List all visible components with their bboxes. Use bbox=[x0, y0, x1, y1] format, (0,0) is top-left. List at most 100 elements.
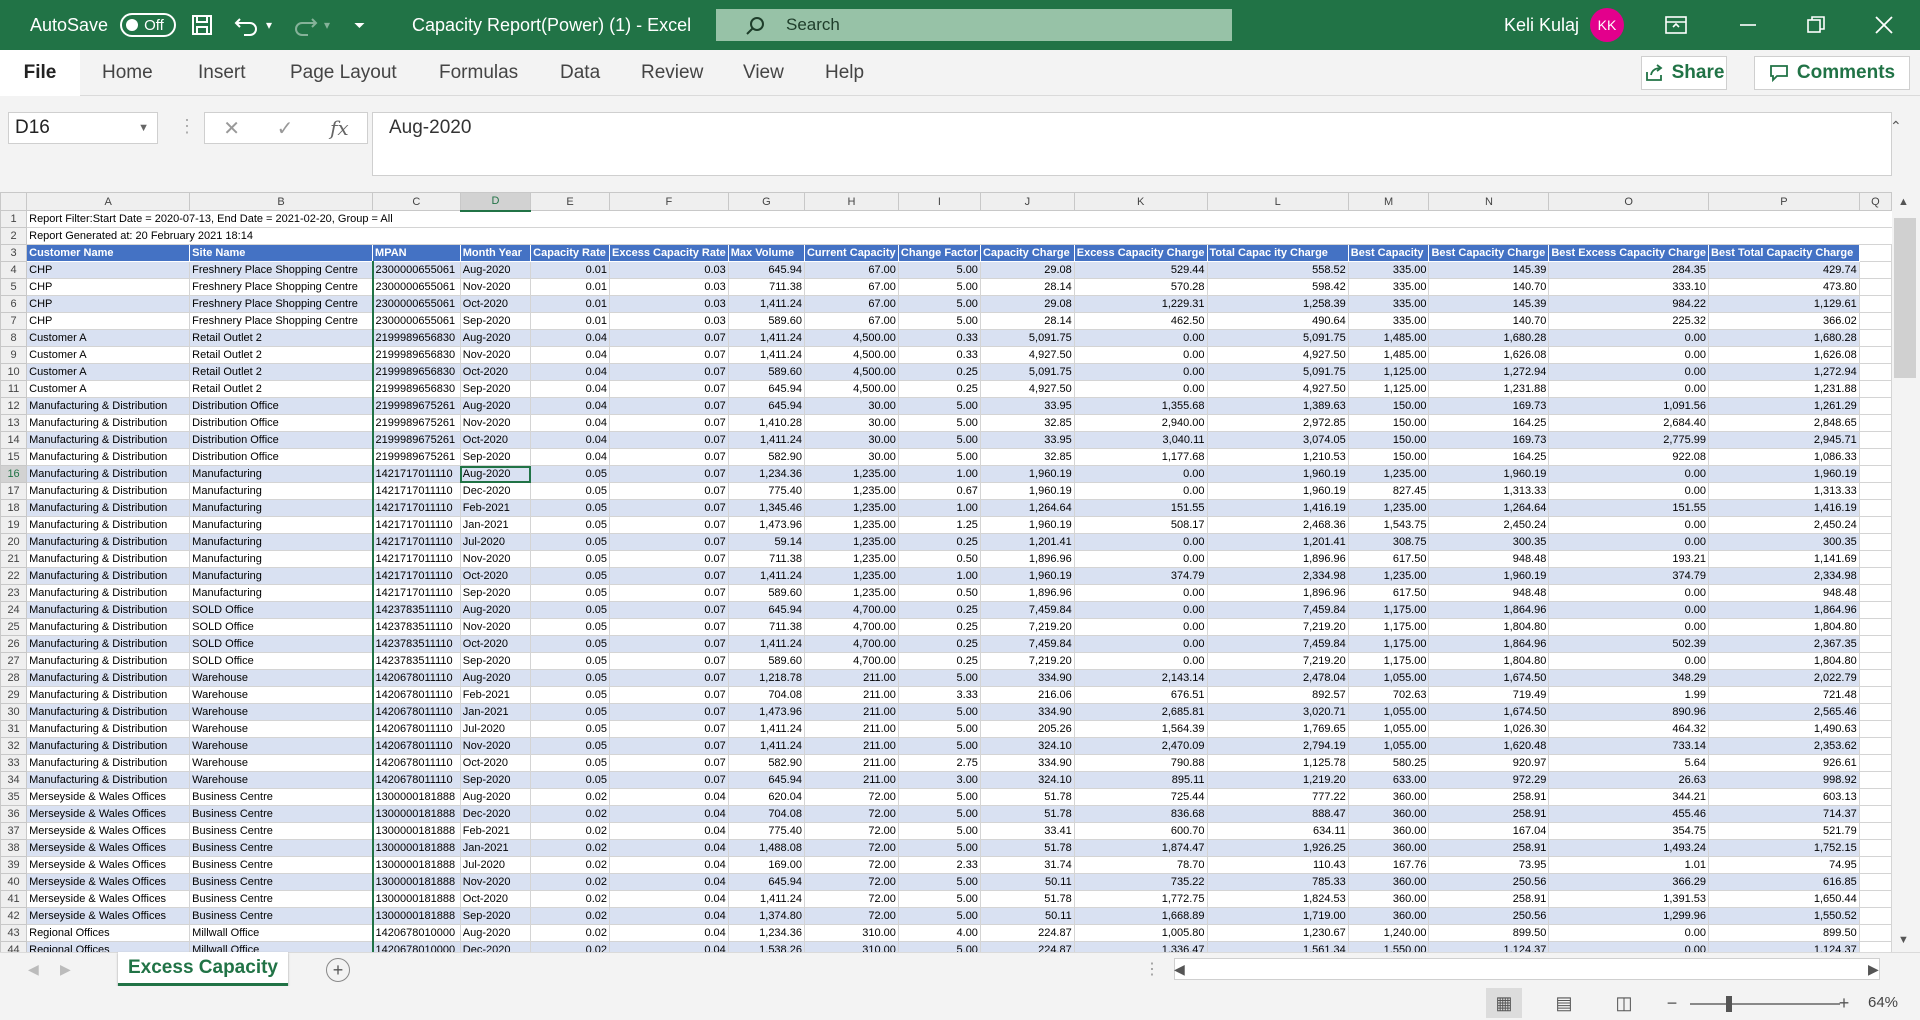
table-cell[interactable]: Oct-2020 bbox=[459, 363, 532, 381]
row-header[interactable]: 30 bbox=[0, 703, 28, 721]
tab-insert[interactable]: Insert bbox=[198, 50, 246, 96]
table-cell[interactable]: 1,355.68 bbox=[1073, 397, 1208, 415]
table-cell[interactable]: 0.00 bbox=[1548, 380, 1710, 398]
table-cell[interactable]: 558.52 bbox=[1206, 261, 1349, 279]
table-cell[interactable]: 354.75 bbox=[1548, 822, 1710, 840]
table-cell[interactable]: 284.35 bbox=[1548, 261, 1710, 279]
table-cell[interactable]: 1420678011110 bbox=[371, 754, 461, 772]
comments-button[interactable]: Comments bbox=[1754, 56, 1910, 90]
table-cell[interactable]: 225.32 bbox=[1548, 312, 1710, 330]
table-cell[interactable]: 3,040.11 bbox=[1073, 431, 1208, 449]
table-cell[interactable]: 2,775.99 bbox=[1548, 431, 1710, 449]
table-cell[interactable]: 0.03 bbox=[609, 295, 729, 313]
table-cell[interactable]: 0.05 bbox=[530, 482, 611, 500]
table-cell[interactable]: 300.35 bbox=[1708, 533, 1860, 551]
row-header[interactable]: 43 bbox=[0, 924, 28, 942]
table-cell[interactable]: 0.33 bbox=[897, 329, 981, 347]
table-cell[interactable]: 0.07 bbox=[609, 465, 729, 483]
scroll-left-icon[interactable]: ◀ bbox=[1174, 961, 1185, 978]
table-cell[interactable]: 508.17 bbox=[1073, 516, 1208, 534]
table-cell[interactable]: 1,960.19 bbox=[979, 465, 1075, 483]
row-header[interactable]: 18 bbox=[0, 499, 28, 517]
table-cell[interactable]: 704.08 bbox=[727, 805, 805, 823]
tab-review[interactable]: Review bbox=[641, 50, 703, 96]
table-cell[interactable]: 211.00 bbox=[803, 720, 899, 738]
table-cell[interactable]: 164.25 bbox=[1428, 414, 1550, 432]
table-cell[interactable]: 1420678010000 bbox=[371, 924, 461, 942]
row-header[interactable]: 40 bbox=[0, 873, 28, 891]
empty-cell[interactable] bbox=[1858, 669, 1892, 687]
table-cell[interactable]: 1,674.50 bbox=[1428, 703, 1550, 721]
empty-cell[interactable] bbox=[1858, 754, 1892, 772]
table-cell[interactable]: 1,235.00 bbox=[803, 516, 899, 534]
table-cell[interactable]: 0.05 bbox=[530, 635, 611, 653]
table-cell[interactable]: 205.26 bbox=[979, 720, 1075, 738]
table-cell[interactable]: 1,411.24 bbox=[727, 346, 805, 364]
table-cell[interactable]: 704.08 bbox=[727, 686, 805, 704]
table-cell[interactable]: 5.00 bbox=[897, 703, 981, 721]
table-cell[interactable]: 0.00 bbox=[1073, 482, 1208, 500]
table-cell[interactable]: Feb-2021 bbox=[459, 499, 532, 517]
table-cell[interactable]: 0.00 bbox=[1073, 329, 1208, 347]
table-cell[interactable]: 570.28 bbox=[1073, 278, 1208, 296]
table-cell[interactable]: 30.00 bbox=[803, 414, 899, 432]
table-cell[interactable]: 1,124.37 bbox=[1428, 941, 1550, 952]
table-cell[interactable]: 785.33 bbox=[1206, 873, 1349, 891]
table-cell[interactable]: 0.07 bbox=[609, 686, 729, 704]
add-sheet-icon[interactable]: + bbox=[326, 958, 350, 982]
table-cell[interactable]: 30.00 bbox=[803, 397, 899, 415]
table-cell[interactable]: 735.22 bbox=[1073, 873, 1208, 891]
table-cell[interactable]: 1,234.36 bbox=[727, 924, 805, 942]
table-cell[interactable]: 1423783511110 bbox=[371, 601, 461, 619]
table-cell[interactable]: 72.00 bbox=[803, 805, 899, 823]
table-cell[interactable]: 1,824.53 bbox=[1206, 890, 1349, 908]
table-cell[interactable]: 926.61 bbox=[1708, 754, 1860, 772]
table-cell[interactable]: Business Centre bbox=[189, 873, 374, 891]
table-cell[interactable]: 333.10 bbox=[1548, 278, 1710, 296]
table-cell[interactable]: 51.78 bbox=[979, 788, 1075, 806]
table-cell[interactable]: 0.05 bbox=[530, 771, 611, 789]
table-cell[interactable]: 0.00 bbox=[1073, 346, 1208, 364]
table-cell[interactable]: 1,626.08 bbox=[1428, 346, 1550, 364]
table-cell[interactable]: 1,055.00 bbox=[1347, 737, 1430, 755]
page-break-preview-icon[interactable]: ◫ bbox=[1606, 988, 1642, 1018]
table-cell[interactable]: 72.00 bbox=[803, 788, 899, 806]
row-header[interactable]: 15 bbox=[0, 448, 28, 466]
table-cell[interactable]: 1,235.00 bbox=[803, 567, 899, 585]
row-header[interactable]: 35 bbox=[0, 788, 28, 806]
table-cell[interactable]: 0.07 bbox=[609, 754, 729, 772]
row-header[interactable]: 26 bbox=[0, 635, 28, 653]
empty-cell[interactable] bbox=[1858, 448, 1892, 466]
table-cell[interactable]: Manufacturing & Distribution bbox=[26, 703, 191, 721]
row-header[interactable]: 29 bbox=[0, 686, 28, 704]
ribbon-display-options-icon[interactable] bbox=[1665, 0, 1687, 50]
table-cell[interactable]: 26.63 bbox=[1548, 771, 1710, 789]
collapse-formula-icon[interactable]: ⌃ bbox=[1890, 118, 1902, 135]
table-cell[interactable]: 0.07 bbox=[609, 652, 729, 670]
table-cell[interactable]: 169.73 bbox=[1428, 397, 1550, 415]
tab-view[interactable]: View bbox=[743, 50, 784, 96]
next-sheet-icon[interactable]: ▶ bbox=[60, 961, 71, 978]
table-cell[interactable]: 50.11 bbox=[979, 907, 1075, 925]
table-cell[interactable]: 521.79 bbox=[1708, 822, 1860, 840]
table-cell[interactable]: 5.00 bbox=[897, 414, 981, 432]
table-cell[interactable]: Business Centre bbox=[189, 805, 374, 823]
table-cell[interactable]: 1,389.63 bbox=[1206, 397, 1349, 415]
table-cell[interactable]: 1,264.64 bbox=[1428, 499, 1550, 517]
table-cell[interactable]: 0.00 bbox=[1548, 601, 1710, 619]
column-header[interactable]: N bbox=[1428, 192, 1550, 211]
table-cell[interactable]: 1,240.00 bbox=[1347, 924, 1430, 942]
table-cell[interactable]: 308.75 bbox=[1347, 533, 1430, 551]
table-cell[interactable]: 1,626.08 bbox=[1708, 346, 1860, 364]
table-cell[interactable]: 1,231.88 bbox=[1428, 380, 1550, 398]
column-header[interactable]: E bbox=[530, 192, 611, 211]
table-cell[interactable]: 5,091.75 bbox=[979, 363, 1075, 381]
empty-cell[interactable] bbox=[1858, 652, 1892, 670]
table-cell[interactable]: 0.07 bbox=[609, 737, 729, 755]
table-cell[interactable]: 0.00 bbox=[1548, 941, 1710, 952]
cancel-icon[interactable]: ✕ bbox=[223, 116, 240, 141]
table-cell[interactable]: 2300000655061 bbox=[371, 312, 461, 330]
table-cell[interactable]: Jan-2021 bbox=[459, 516, 532, 534]
table-cell[interactable]: 462.50 bbox=[1073, 312, 1208, 330]
table-cell[interactable]: Manufacturing & Distribution bbox=[26, 550, 191, 568]
